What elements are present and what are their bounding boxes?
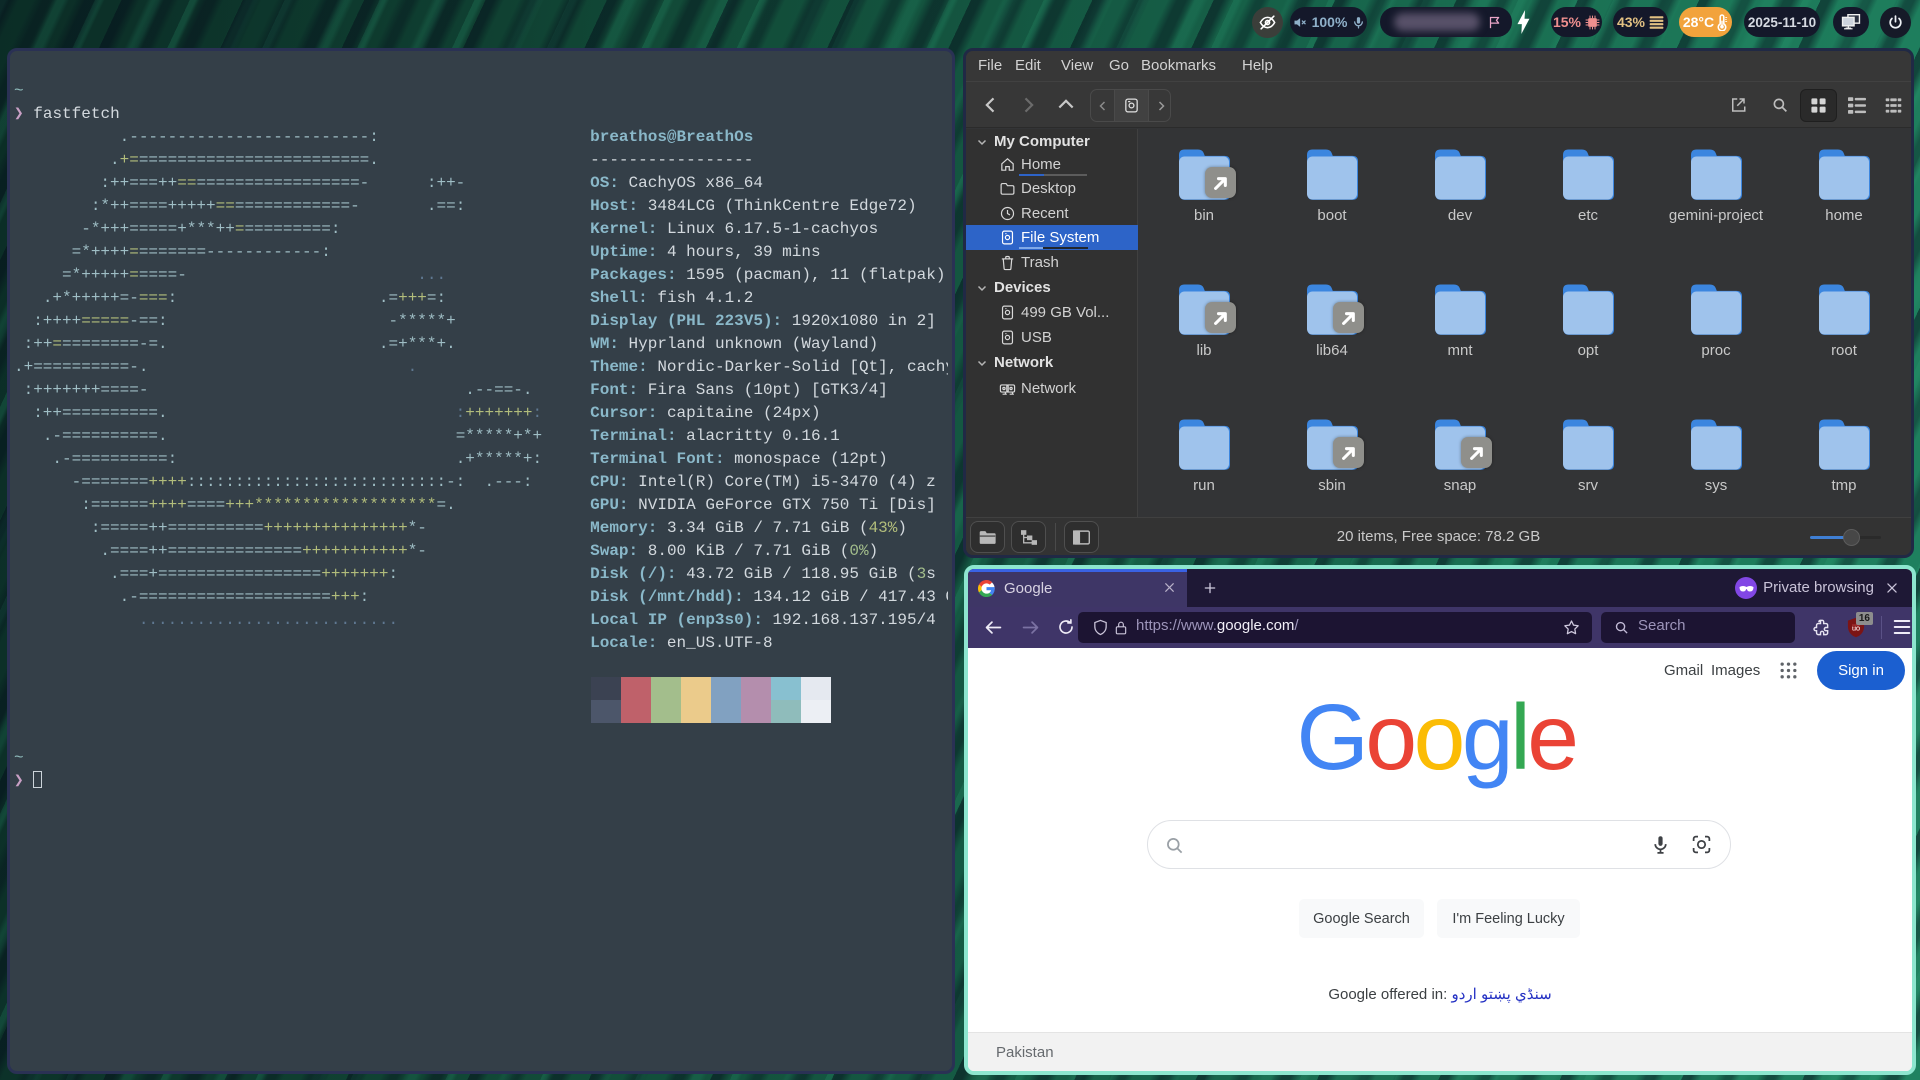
svg-text:uo: uo xyxy=(1852,624,1860,633)
